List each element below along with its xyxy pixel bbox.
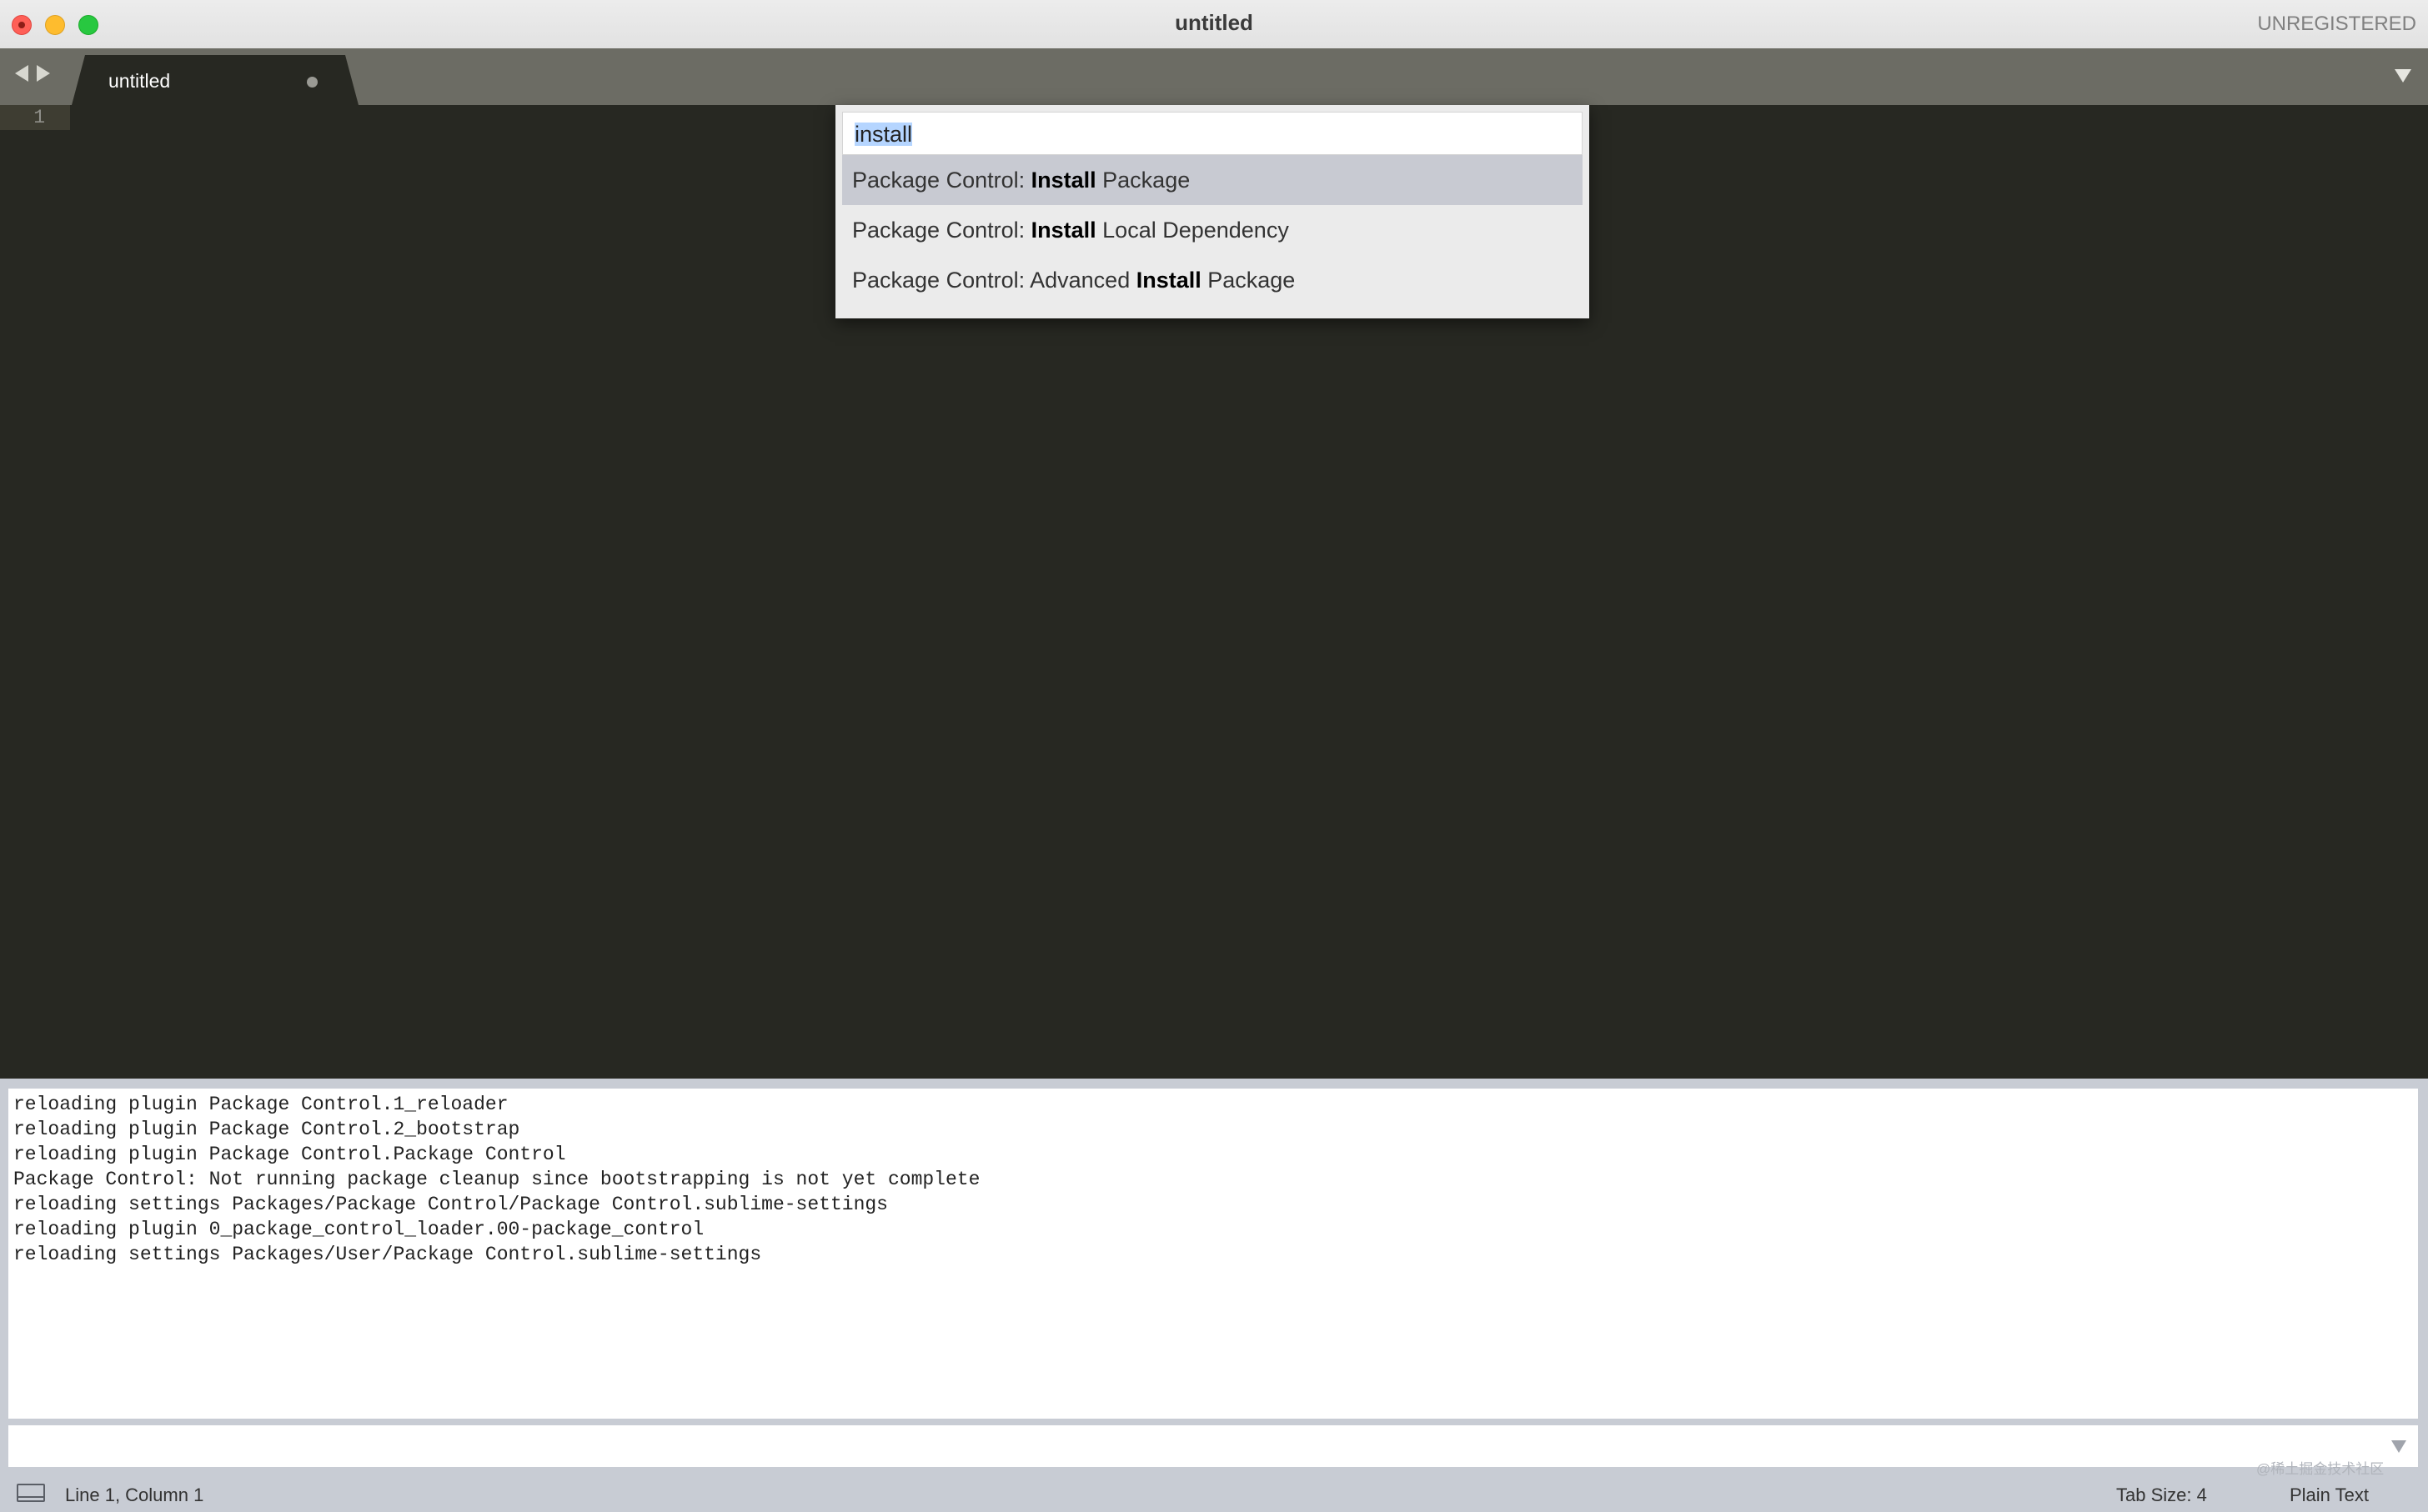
registration-status: UNREGISTERED <box>2257 13 2416 35</box>
sublime-window: untitled UNREGISTERED untitled 1 install… <box>0 0 2428 1512</box>
console-line: reloading settings Packages/Package Cont… <box>13 1194 888 1215</box>
history-dropdown-icon[interactable] <box>2391 1440 2406 1453</box>
console-line: reloading plugin Package Control.1_reloa… <box>13 1094 509 1115</box>
palette-item-install-local-dependency[interactable]: Package Control: Install Local Dependenc… <box>842 205 1583 255</box>
panel-toggle-icon[interactable] <box>17 1484 45 1502</box>
arrow-right-icon[interactable] <box>37 65 50 82</box>
palette-item-match: Install <box>1136 268 1201 293</box>
tab-untitled[interactable]: untitled <box>72 55 359 105</box>
console-output[interactable]: reloading plugin Package Control.1_reloa… <box>8 1089 2418 1419</box>
gutter-active-line: 1 <box>0 105 70 130</box>
palette-item-install-package[interactable]: Package Control: Install Package <box>842 155 1583 205</box>
palette-item-prefix: Package Control: Advanced <box>852 268 1136 293</box>
palette-item-suffix: Package <box>1096 168 1191 193</box>
console-line: Package Control: Not running package cle… <box>13 1169 981 1190</box>
tab-bar: untitled <box>0 48 2428 105</box>
tab-size-selector[interactable]: Tab Size: 4 <box>2116 1484 2207 1506</box>
command-palette-query: install <box>855 122 913 147</box>
title-bar: untitled UNREGISTERED <box>0 0 2428 49</box>
palette-item-advanced-install-package[interactable]: Package Control: Advanced Install Packag… <box>842 255 1583 305</box>
tab-navigation <box>15 65 50 85</box>
modified-dot-icon[interactable] <box>307 77 318 88</box>
status-bar: Line 1, Column 1 Tab Size: 4 Plain Text <box>0 1475 2428 1512</box>
window-title: untitled <box>1175 10 1253 35</box>
palette-item-suffix: Local Dependency <box>1096 218 1289 243</box>
console-line: reloading plugin 0_package_control_loade… <box>13 1219 705 1240</box>
palette-item-prefix: Package Control: <box>852 218 1031 243</box>
chevron-down-icon[interactable] <box>2395 69 2411 83</box>
command-palette: install Package Control: Install Package… <box>835 105 1589 318</box>
palette-item-match: Install <box>1031 168 1096 193</box>
console-line: reloading plugin Package Control.Package… <box>13 1144 566 1165</box>
palette-item-prefix: Package Control: <box>852 168 1031 193</box>
syntax-selector[interactable]: Plain Text <box>2290 1484 2369 1506</box>
palette-item-suffix: Package <box>1201 268 1296 293</box>
palette-item-match: Install <box>1031 218 1096 243</box>
watermark: @稀土掘金技术社区 <box>2256 1461 2385 1477</box>
console-input[interactable] <box>8 1425 2418 1467</box>
line-number: 1 <box>33 107 45 128</box>
cursor-position: Line 1, Column 1 <box>65 1484 204 1505</box>
tab-label: untitled <box>108 70 171 92</box>
command-palette-input[interactable]: install <box>842 112 1583 155</box>
arrow-left-icon[interactable] <box>15 65 28 82</box>
console-line: reloading plugin Package Control.2_boots… <box>13 1119 520 1140</box>
console-line: reloading settings Packages/User/Package… <box>13 1244 762 1265</box>
